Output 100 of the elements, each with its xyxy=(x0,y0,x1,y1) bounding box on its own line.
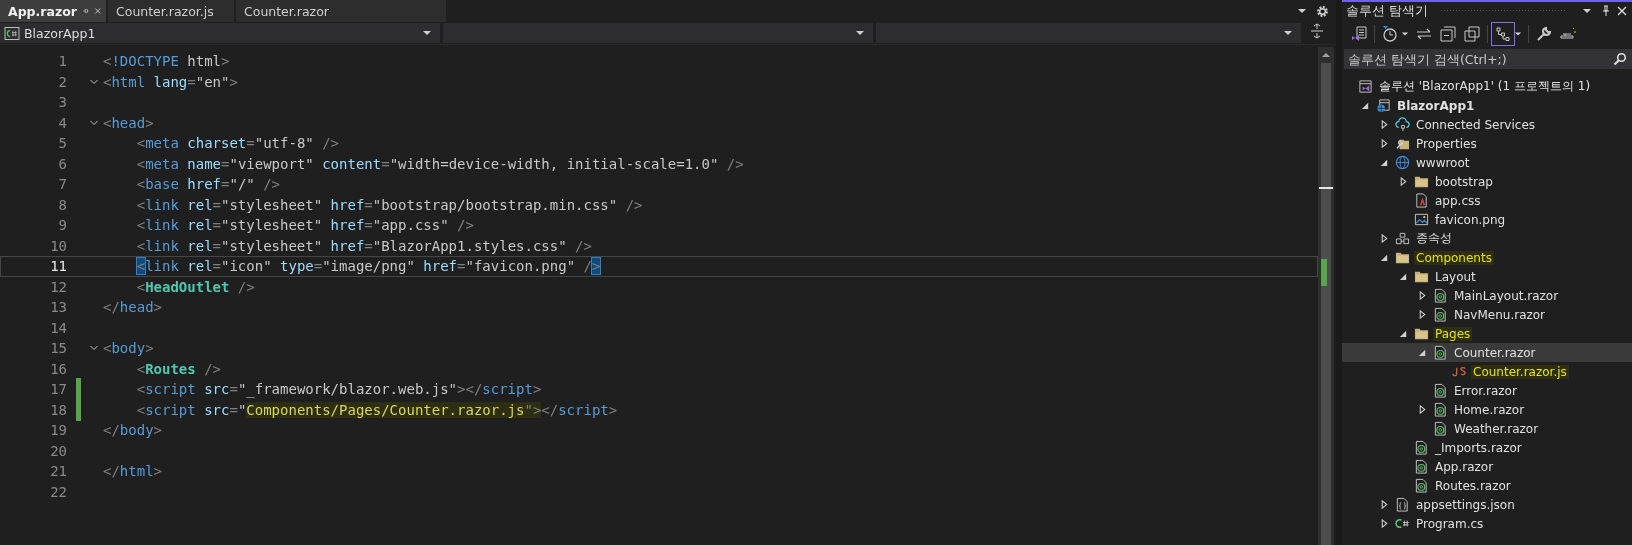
line-number: 9 xyxy=(57,217,67,234)
scroll-thumb[interactable] xyxy=(1321,63,1331,545)
pin-icon[interactable] xyxy=(1600,5,1612,17)
tree-label: Home.razor xyxy=(1453,402,1526,417)
code-line: <link rel="stylesheet" href="app.css" /> xyxy=(135,217,474,234)
collapsed-arrow-icon[interactable] xyxy=(1417,291,1427,300)
dropdown-caret-icon[interactable] xyxy=(1401,30,1409,38)
code-line: <Routes /> xyxy=(135,360,221,377)
razor-file-icon xyxy=(1433,383,1448,398)
dropdown-caret-icon xyxy=(855,28,865,38)
tree-item[interactable]: Home.razor xyxy=(1342,400,1632,419)
razor-file-icon xyxy=(1414,459,1429,474)
dropdown-caret-icon xyxy=(422,28,432,38)
dropdown-caret-icon[interactable] xyxy=(1297,6,1307,16)
tree-label: Counter.razor xyxy=(1453,345,1537,360)
tree-item[interactable]: Error.razor xyxy=(1342,381,1632,400)
tree-item[interactable]: Properties xyxy=(1342,134,1632,153)
tree-item[interactable]: Program.cs xyxy=(1342,514,1632,533)
csharp-file-icon xyxy=(1395,516,1410,531)
tree-item[interactable]: Weather.razor xyxy=(1342,419,1632,438)
line-number: 4 xyxy=(57,114,67,131)
tree-item[interactable]: bootstrap xyxy=(1342,172,1632,191)
code-line: <link rel="stylesheet" href="bootstrap/bootstrap.min.css" /> xyxy=(135,196,643,213)
expanded-arrow-icon[interactable] xyxy=(1398,329,1408,338)
tree-label: 종속성 xyxy=(1415,230,1453,247)
collapsed-arrow-icon[interactable] xyxy=(1398,177,1408,186)
code-line: <body> xyxy=(103,340,154,357)
tree-item[interactable]: BlazorApp1 xyxy=(1342,96,1632,115)
tree-item[interactable]: Components xyxy=(1342,248,1632,267)
dropdown-caret-icon[interactable] xyxy=(1514,30,1522,38)
tree-item[interactable]: Layout xyxy=(1342,267,1632,286)
collapsed-arrow-icon[interactable] xyxy=(1379,120,1389,129)
search-icon[interactable] xyxy=(1613,52,1627,66)
change-marker xyxy=(1321,259,1327,286)
code-line: <base href="/" /> xyxy=(135,176,281,193)
line-number: 17 xyxy=(49,381,67,398)
tree-label: Components xyxy=(1414,250,1494,265)
hierarchy-icon[interactable] xyxy=(1494,25,1512,43)
tree-item[interactable]: Connected Services xyxy=(1342,115,1632,134)
collapsed-arrow-icon[interactable] xyxy=(1417,310,1427,319)
expanded-arrow-icon[interactable] xyxy=(1360,101,1370,110)
js-file-icon xyxy=(1452,364,1467,379)
split-icon[interactable] xyxy=(1310,23,1324,39)
line-number: 22 xyxy=(49,483,67,500)
close-icon[interactable] xyxy=(1616,5,1628,17)
code-line: <meta name="viewport" content="width=device-width, initial-scale=1.0" /> xyxy=(135,155,744,172)
tree-label: BlazorApp1 xyxy=(1396,98,1476,113)
project-dropdown[interactable]: BlazorApp1 xyxy=(0,23,440,43)
collapse-all-icon[interactable] xyxy=(1439,25,1457,43)
globe-icon xyxy=(1395,155,1410,170)
line-number: 11 xyxy=(49,258,67,275)
tree-label: Connected Services xyxy=(1415,117,1537,132)
tree-item[interactable]: MainLayout.razor xyxy=(1342,286,1632,305)
solution-switch-icon[interactable] xyxy=(1350,25,1368,43)
copy-icon[interactable] xyxy=(1463,25,1481,43)
razor-file-icon xyxy=(1433,307,1448,322)
settings-icon[interactable] xyxy=(1315,3,1330,19)
tree-item[interactable]: favicon.png xyxy=(1342,210,1632,229)
history-icon[interactable] xyxy=(1381,25,1399,43)
collapsed-arrow-icon[interactable] xyxy=(1379,519,1389,528)
folder-icon xyxy=(1395,250,1410,265)
tree-item[interactable]: 종속성 xyxy=(1342,229,1632,248)
collapsed-arrow-icon[interactable] xyxy=(1417,405,1427,414)
tree-item[interactable]: Pages xyxy=(1342,324,1632,343)
tree-item[interactable]: App.razor xyxy=(1342,457,1632,476)
file-tab[interactable]: Counter.razor xyxy=(236,0,446,22)
line-number: 13 xyxy=(49,299,67,316)
dropdown-caret-icon[interactable] xyxy=(1582,6,1592,16)
tree-item[interactable]: wwwroot xyxy=(1342,153,1632,172)
line-number: 1 xyxy=(57,53,67,70)
expanded-arrow-icon[interactable] xyxy=(1379,158,1389,167)
code-line: <link rel="stylesheet" href="BlazorApp1.styles.css" /> xyxy=(135,237,592,254)
expanded-arrow-icon[interactable] xyxy=(1417,348,1427,357)
scrollbar[interactable] xyxy=(1318,47,1334,545)
search-field[interactable]: 솔루션 탐색기 검색(Ctrl+;) xyxy=(1344,49,1632,69)
collapsed-arrow-icon[interactable] xyxy=(1379,500,1389,509)
tree-label: Program.cs xyxy=(1415,516,1485,531)
tree-item[interactable]: NavMenu.razor xyxy=(1342,305,1632,324)
tree-label: wwwroot xyxy=(1415,155,1471,170)
tree-item[interactable]: Counter.razor xyxy=(1342,343,1632,362)
wrench-icon[interactable] xyxy=(1535,25,1553,43)
expanded-arrow-icon[interactable] xyxy=(1398,272,1408,281)
folder-icon xyxy=(1414,326,1429,341)
tree-item[interactable]: 솔루션 'BlazorApp1' (1 프로젝트의 1) xyxy=(1342,77,1632,96)
tree-item[interactable]: _Imports.razor xyxy=(1342,438,1632,457)
file-tab[interactable]: Counter.razor.js xyxy=(108,0,234,22)
tree-item[interactable]: Counter.razor.js xyxy=(1342,362,1632,381)
tree-item[interactable]: appsettings.json xyxy=(1342,495,1632,514)
razor-file-icon xyxy=(1414,478,1429,493)
tree-item[interactable]: app.css xyxy=(1342,191,1632,210)
expanded-arrow-icon[interactable] xyxy=(1379,253,1389,262)
collapsed-arrow-icon[interactable] xyxy=(1379,234,1389,243)
csharp-project-icon xyxy=(4,26,20,40)
tree-item[interactable]: Routes.razor xyxy=(1342,476,1632,495)
line-number: 15 xyxy=(49,340,67,357)
line-number: 3 xyxy=(57,94,67,111)
razor-file-icon xyxy=(1433,421,1448,436)
scroll-up-icon[interactable] xyxy=(1321,50,1331,60)
collapsed-arrow-icon[interactable] xyxy=(1379,139,1389,148)
line-number: 21 xyxy=(49,463,67,480)
